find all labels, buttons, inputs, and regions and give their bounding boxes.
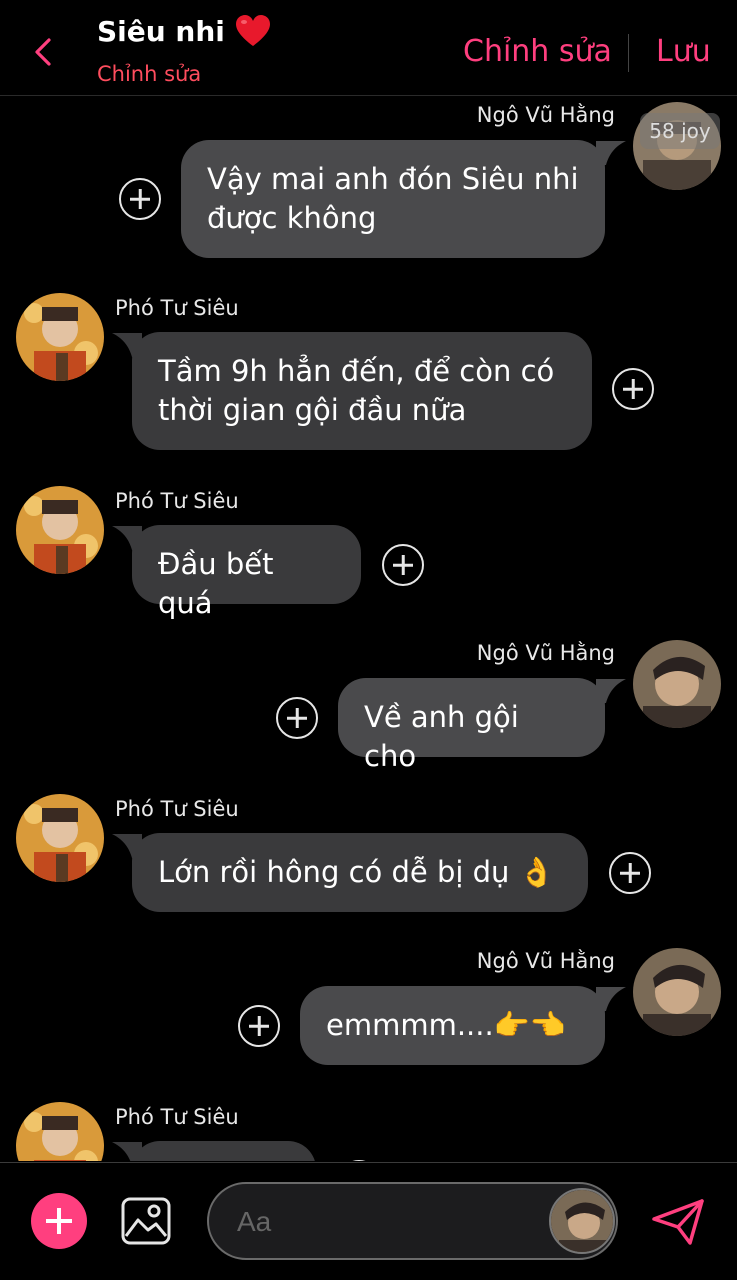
bubble-tail xyxy=(112,1142,142,1161)
sender-name: Phó Tư Siêu xyxy=(115,1105,239,1129)
avatar[interactable] xyxy=(633,948,721,1036)
message-input-wrapper[interactable] xyxy=(207,1182,618,1260)
chat-title: Siêu nhi xyxy=(97,14,225,48)
message-text-line: Lớn rồi hông có dễ bị dụ 👌 xyxy=(158,855,555,889)
sender-name: Ngô Vũ Hằng xyxy=(476,641,615,665)
bubble-tail xyxy=(596,141,626,165)
edit-button[interactable]: Chỉnh sửa xyxy=(463,34,612,69)
message-text-line: Vậy mai anh đón Siêu nhi xyxy=(207,162,579,196)
react-button[interactable] xyxy=(276,697,318,739)
react-button[interactable] xyxy=(612,368,654,410)
heart-icon xyxy=(235,15,270,46)
message-text-line: emmmm....👉👈 xyxy=(326,1008,566,1042)
chevron-left-icon xyxy=(35,38,51,66)
sender-name: Phó Tư Siêu xyxy=(115,797,239,821)
message-bubble[interactable]: Đầu bết quá xyxy=(132,525,361,620)
header-divider xyxy=(628,34,629,72)
bubble-tail xyxy=(596,987,626,1011)
avatar[interactable] xyxy=(16,1102,104,1161)
message-list[interactable]: Ngô Vũ Hằng 58 joy Vậy mai anh đón Siêu … xyxy=(0,97,737,1161)
sender-name: Ngô Vũ Hằng xyxy=(476,949,615,973)
message-bubble[interactable]: emmmm....👉👈 xyxy=(300,986,605,1065)
send-icon[interactable] xyxy=(650,1197,706,1247)
react-button[interactable] xyxy=(238,1005,280,1047)
sender-name: Phó Tư Siêu xyxy=(115,489,239,513)
message-text-line: được không xyxy=(207,201,377,235)
add-button[interactable] xyxy=(31,1193,87,1249)
back-button[interactable] xyxy=(26,30,62,74)
message-bubble[interactable] xyxy=(132,1141,316,1161)
avatar[interactable] xyxy=(16,293,104,381)
chat-subtitle[interactable]: Chỉnh sửa xyxy=(97,62,201,86)
message-bubble[interactable]: Về anh gội cho xyxy=(338,678,605,773)
chat-header: Siêu nhi Chỉnh sửa Chỉnh sửa Lưu xyxy=(0,0,737,96)
avatar[interactable] xyxy=(549,1188,615,1254)
message-text-line: thời gian gội đầu nữa xyxy=(158,393,467,427)
composer-bar xyxy=(0,1162,737,1280)
message-text-line: Tầm 9h hẳn đến, để còn có xyxy=(158,354,555,388)
bubble-tail xyxy=(112,333,142,357)
react-button[interactable] xyxy=(609,852,651,894)
page-title[interactable]: Siêu nhi xyxy=(97,14,271,48)
bubble-tail xyxy=(112,526,142,550)
avatar[interactable] xyxy=(16,486,104,574)
message-text-line: Về anh gội cho xyxy=(364,700,519,773)
save-button[interactable]: Lưu xyxy=(656,34,711,69)
react-button[interactable] xyxy=(338,1160,380,1161)
sender-name: Phó Tư Siêu xyxy=(115,296,239,320)
react-button[interactable] xyxy=(119,178,161,220)
react-button[interactable] xyxy=(382,544,424,586)
message-input[interactable] xyxy=(237,1198,537,1246)
bubble-tail xyxy=(112,834,142,858)
bubble-tail xyxy=(596,679,626,703)
message-bubble[interactable]: Lớn rồi hông có dễ bị dụ 👌 xyxy=(132,833,588,912)
sender-name: Ngô Vũ Hằng xyxy=(476,103,615,127)
image-icon[interactable] xyxy=(120,1196,172,1246)
message-bubble[interactable]: Tầm 9h hẳn đến, để còn có thời gian gội … xyxy=(132,332,592,450)
watermark: 58 joy xyxy=(640,113,720,149)
message-text-line: Đầu bết quá xyxy=(158,547,274,620)
message-bubble[interactable]: Vậy mai anh đón Siêu nhi được không xyxy=(181,140,605,258)
avatar[interactable] xyxy=(16,794,104,882)
avatar[interactable] xyxy=(633,640,721,728)
